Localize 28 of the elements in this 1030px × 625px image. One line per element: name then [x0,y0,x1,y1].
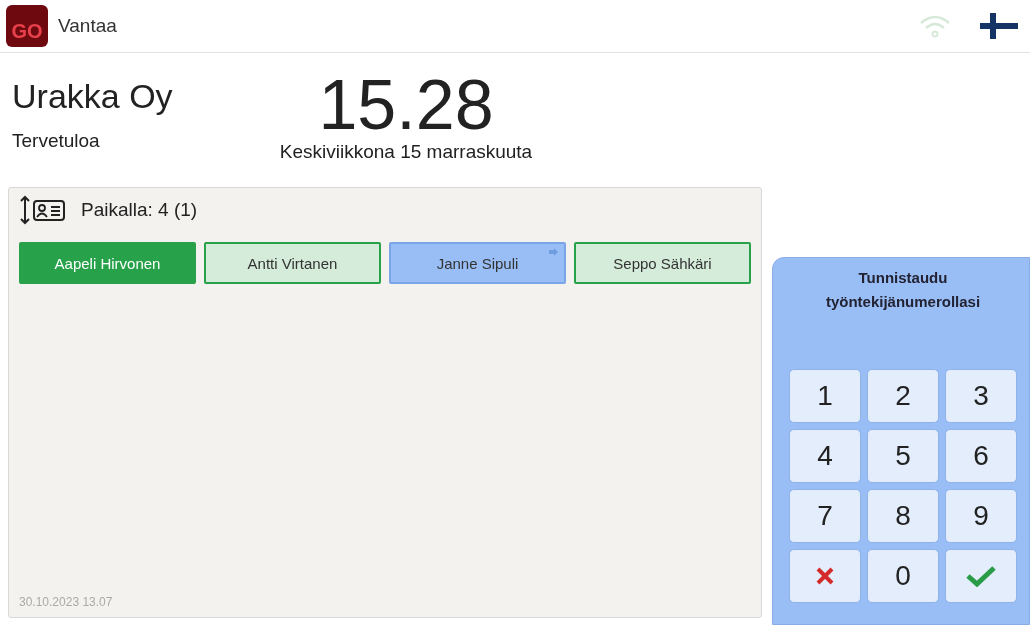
timestamp-text: 30.10.2023 13.07 [19,595,114,609]
digit-key[interactable]: 3 [945,369,1017,423]
digit-key[interactable]: 2 [867,369,939,423]
cancel-key[interactable] [789,549,861,603]
wifi-icon [918,14,952,38]
employee-button[interactable]: Seppo Sähkäri [574,242,751,284]
location-name: Vantaa [58,15,117,37]
employee-button[interactable]: Antti Virtanen [204,242,381,284]
arrow-icon [549,248,558,256]
clock-time: 15.28 [318,69,494,141]
digit-key[interactable]: 0 [867,549,939,603]
confirm-key[interactable] [945,549,1017,603]
digit-key[interactable]: 9 [945,489,1017,543]
digit-key[interactable]: 1 [789,369,861,423]
presence-count: Paikalla: 4 (1) [81,199,198,221]
digit-key[interactable]: 8 [867,489,939,543]
digit-key[interactable]: 7 [789,489,861,543]
digit-key[interactable]: 5 [867,429,939,483]
close-icon [815,566,835,586]
digit-key[interactable]: 6 [945,429,1017,483]
clock-date: Keskiviikkona 15 marraskuuta [279,141,533,163]
sort-contact-card-icon[interactable] [19,195,67,225]
keypad-prompt: Tunnistaudu työntekijänumerollasi [824,268,982,312]
check-icon [966,565,996,587]
employee-button[interactable]: Janne Sipuli [389,242,566,284]
app-logo: GO [6,5,48,47]
digit-key[interactable]: 4 [789,429,861,483]
flag-icon [980,13,1018,39]
